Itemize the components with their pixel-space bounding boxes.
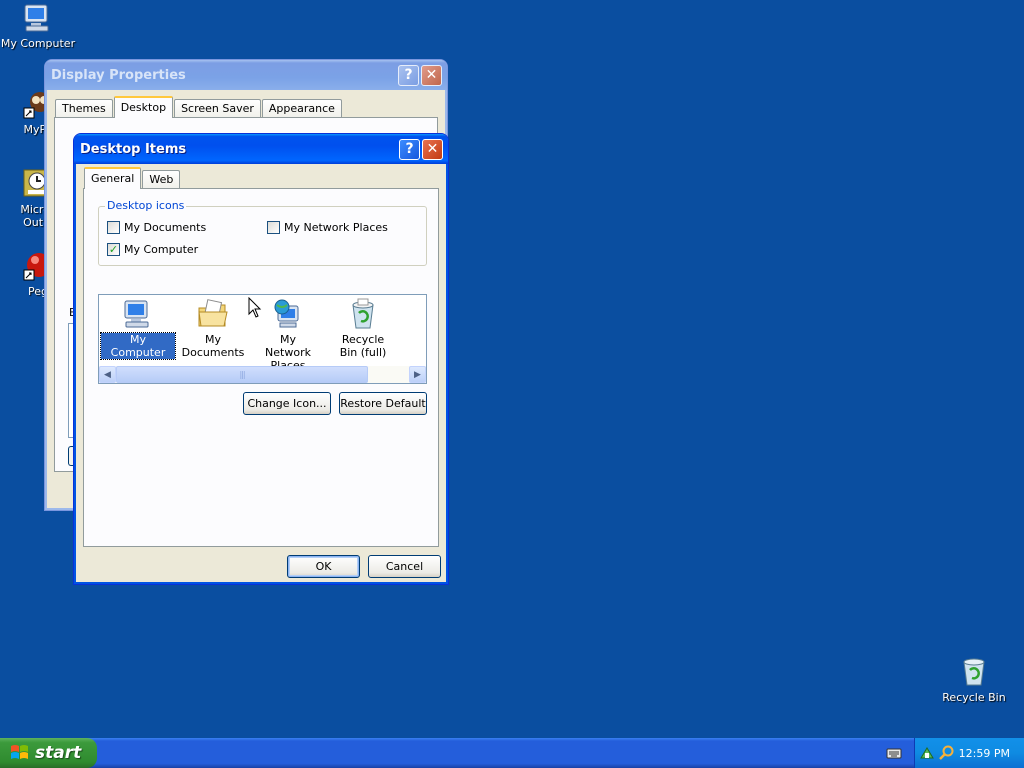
my-computer-icon [124,300,149,328]
list-item-recycle-bin-empty[interactable]: Re [401,295,427,346]
list-item-recycle-bin-full[interactable]: Recycle Bin (full) [326,295,400,359]
start-label: start [35,743,82,763]
recycle-bin-icon [963,658,985,686]
system-tray: 12:59 PM [914,738,1024,768]
list-item-label: Recycle Bin (full) [339,333,387,359]
tab-screen-saver[interactable]: Screen Saver [174,99,261,118]
close-button[interactable]: ✕ [421,64,442,86]
scroll-thumb[interactable]: ||| [116,366,368,383]
desktop-icon-list[interactable]: My Computer My Documents My Network Recy… [98,294,427,384]
close-button[interactable]: ✕ [422,138,443,160]
windows-logo-icon [11,745,28,759]
window-title: Display Properties [51,67,186,83]
my-computer-icon [24,4,49,32]
display-properties-titlebar[interactable]: Display Properties ? ✕ [45,60,447,90]
checkbox-box[interactable] [107,221,120,234]
tab-themes[interactable]: Themes [55,99,113,118]
group-title: Desktop icons [105,199,187,212]
restore-default-button[interactable]: Restore Default [339,392,427,415]
tab-appearance[interactable]: Appearance [261,99,342,118]
checkbox-my-computer[interactable]: ✓ My Computer [107,243,198,256]
ok-button[interactable]: OK [287,555,360,578]
clock: 12:59 PM [958,746,1010,760]
scroll-left-arrow[interactable]: ◀ [99,366,116,383]
tab-desktop[interactable]: Desktop [113,96,174,118]
list-item-my-network-places[interactable]: My Network Places [251,295,325,372]
recycle-bin-full-icon [352,298,374,329]
cancel-button[interactable]: Cancel [368,555,441,578]
checkbox-box-checked[interactable]: ✓ [107,243,120,256]
checkbox-box[interactable] [267,221,280,234]
checkbox-my-network-places[interactable]: My Network Places [267,221,388,234]
scroll-right-arrow[interactable]: ▶ [409,366,426,383]
tab-general[interactable]: General [84,167,142,189]
recycle-bin-empty-icon [422,298,427,330]
network-tray-icon[interactable] [919,745,935,761]
network-places-icon [274,299,299,328]
general-tab-panel: Desktop icons My Documents My Network Pl… [83,188,439,547]
desktop-items-titlebar[interactable]: Desktop Items ? ✕ [74,134,448,164]
desktop-icon-recycle-bin[interactable]: Recycle Bin [936,656,1012,704]
desktop-items-tabs: General Web [84,167,181,189]
checkbox-label: My Documents [124,221,207,234]
desktop-icon-label: My Computer [0,37,76,50]
list-item-my-computer[interactable]: My Computer [100,295,176,360]
mouse-cursor-icon [248,297,262,318]
horizontal-scrollbar[interactable]: ◀ ||| ▶ [99,366,426,383]
keyboard-icon[interactable] [886,745,902,761]
taskbar: start 12:59 PM [0,738,1024,768]
desktop-icons-group: Desktop icons My Documents My Network Pl… [98,199,427,266]
search-tray-icon[interactable] [938,745,955,761]
help-button[interactable]: ? [398,64,419,86]
desktop-items-dialog: Desktop Items ? ✕ General Web Desktop ic… [73,133,449,585]
desktop-icon-label: Recycle Bin [942,691,1006,704]
checkbox-label: My Computer [124,243,199,256]
display-properties-tabs: Themes Desktop Screen Saver Appearance [55,96,343,118]
list-item-my-documents[interactable]: My Documents [176,295,250,359]
change-icon-button[interactable]: Change Icon... [243,392,331,415]
my-documents-icon [198,299,228,327]
tab-web[interactable]: Web [142,170,181,189]
help-button[interactable]: ? [399,138,420,160]
list-item-label: My Computer [100,332,176,360]
checkbox-my-documents[interactable]: My Documents [107,221,206,234]
desktop-icon-my-computer[interactable]: My Computer [0,2,76,50]
start-button[interactable]: start [0,738,97,768]
list-item-label: My Documents [181,333,245,359]
checkbox-label: My Network Places [284,221,388,234]
scroll-track[interactable]: ||| [116,366,409,383]
dialog-title: Desktop Items [80,141,187,157]
